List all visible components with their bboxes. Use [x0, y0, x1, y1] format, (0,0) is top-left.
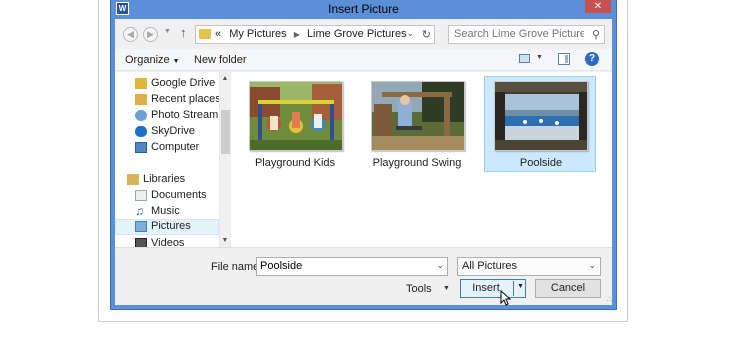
folder-icon — [199, 29, 211, 39]
nav-item-label: Libraries — [143, 173, 186, 185]
forward-button[interactable]: ▶ — [143, 27, 158, 42]
command-toolbar: Organize ▼ New folder ▼ ? — [115, 49, 612, 71]
new-folder-button[interactable]: New folder — [194, 54, 247, 66]
insert-picture-dialog: W Insert Picture ✕ ◀ ▶ ▼ ↑ « My Pictures… — [110, 0, 617, 310]
breadcrumb-overflow[interactable]: « — [215, 28, 221, 40]
organize-menu[interactable]: Organize ▼ — [125, 54, 180, 66]
organize-label: Organize — [125, 54, 170, 66]
breadcrumb-separator-icon[interactable]: ▶ — [294, 30, 300, 39]
up-arrow-icon[interactable]: ↑ — [180, 25, 187, 40]
nav-scrollbar[interactable]: ▲ ▼ — [219, 72, 230, 247]
split-divider — [513, 281, 514, 296]
file-label: Playground Swing — [372, 157, 462, 169]
pictures-icon — [135, 221, 147, 232]
cancel-button[interactable]: Cancel — [535, 279, 601, 298]
file-type-value: All Pictures — [462, 260, 518, 272]
chevron-down-icon: ⌄ — [588, 260, 596, 270]
file-tile-playground-kids[interactable]: Playground Kids — [239, 76, 351, 172]
breadcrumb-lime-grove-pictures[interactable]: Lime Grove Pictures — [307, 28, 407, 40]
nav-item-label: Photo Stream — [151, 109, 219, 121]
tools-dropdown-icon[interactable]: ▼ — [443, 285, 450, 292]
nav-item-photo-stream[interactable]: Photo Stream — [135, 108, 225, 124]
search-box[interactable]: ⚲ — [448, 25, 605, 44]
nav-item-pictures[interactable]: Pictures — [115, 219, 219, 235]
computer-icon — [135, 142, 147, 153]
nav-item-computer[interactable]: Computer — [135, 140, 225, 156]
file-label: Poolside — [519, 157, 563, 169]
mouse-cursor-icon — [500, 290, 512, 306]
address-dropdown-icon[interactable]: ⌄ — [406, 28, 414, 39]
nav-item-label: Recent places — [151, 93, 221, 105]
refresh-icon[interactable]: ↻ — [422, 28, 431, 41]
nav-item-recent-places[interactable]: Recent places — [135, 92, 225, 108]
recent-places-icon — [135, 94, 147, 105]
address-bar[interactable]: « My Pictures ▶ Lime Grove Pictures ⌄ ↻ — [195, 25, 435, 44]
file-name-label: File name: — [211, 261, 263, 273]
tools-menu[interactable]: Tools — [406, 283, 432, 295]
photo-stream-icon — [135, 110, 147, 121]
nav-item-label: Pictures — [151, 220, 191, 232]
nav-item-label: Google Drive — [151, 77, 216, 89]
title-bar[interactable]: W Insert Picture ✕ — [111, 0, 616, 19]
file-name-combobox[interactable]: ⌄ — [256, 257, 448, 276]
breadcrumb-my-pictures[interactable]: My Pictures — [229, 28, 286, 40]
nav-item-label: Music — [151, 205, 180, 217]
nav-item-documents[interactable]: Documents — [135, 188, 225, 204]
nav-item-label: Documents — [151, 189, 207, 201]
nav-item-music[interactable]: ♫ Music — [135, 204, 225, 220]
resize-grip-icon[interactable]: ∴ — [607, 295, 612, 304]
chevron-down-icon: ▼ — [172, 58, 180, 65]
file-tile-playground-swing[interactable]: Playground Swing — [361, 76, 473, 172]
file-list-pane: Playground Kids Playground Swing Poolsid… — [231, 72, 612, 247]
insert-button[interactable]: Insert ▼ — [460, 279, 526, 298]
playground-kids-thumbnail — [249, 81, 343, 151]
music-icon: ♫ — [135, 204, 144, 218]
libraries-icon — [127, 174, 139, 185]
file-type-select[interactable]: All Pictures ⌄ — [457, 257, 601, 276]
recent-locations-dropdown-icon[interactable]: ▼ — [164, 28, 171, 35]
address-row: ◀ ▶ ▼ ↑ « My Pictures ▶ Lime Grove Pictu… — [115, 19, 612, 49]
dialog-client-area: ◀ ▶ ▼ ↑ « My Pictures ▶ Lime Grove Pictu… — [115, 19, 612, 306]
file-label: Playground Kids — [254, 157, 336, 169]
search-input[interactable] — [454, 28, 584, 40]
nav-item-google-drive[interactable]: Google Drive — [135, 76, 225, 92]
documents-icon — [135, 190, 147, 201]
back-button[interactable]: ◀ — [123, 27, 138, 42]
change-view-icon[interactable] — [519, 54, 530, 63]
nav-item-label: SkyDrive — [151, 125, 196, 137]
close-button[interactable]: ✕ — [585, 0, 611, 13]
navigation-pane: Google Drive Recent places Photo Stream … — [115, 72, 230, 249]
file-name-input[interactable] — [260, 260, 430, 272]
nav-item-skydrive[interactable]: SkyDrive — [135, 124, 225, 140]
poolside-thumbnail — [494, 81, 588, 151]
view-options-dropdown-icon[interactable]: ▼ — [536, 54, 543, 61]
help-icon[interactable]: ? — [585, 52, 599, 66]
preview-pane-icon[interactable] — [558, 53, 570, 65]
chevron-down-icon[interactable]: ⌄ — [436, 260, 444, 271]
playground-swing-thumbnail — [371, 81, 465, 151]
insert-options-dropdown-icon[interactable]: ▼ — [517, 283, 524, 290]
skydrive-icon — [135, 126, 147, 137]
scroll-down-icon[interactable]: ▼ — [220, 237, 230, 244]
nav-item-label: Computer — [151, 141, 200, 153]
dialog-title: Insert Picture — [328, 2, 399, 16]
breadcrumb: « My Pictures ▶ Lime Grove Pictures — [215, 28, 407, 40]
scroll-up-icon[interactable]: ▲ — [220, 75, 230, 82]
file-tile-poolside[interactable]: Poolside — [484, 76, 596, 172]
dialog-footer: File name: ⌄ All Pictures ⌄ Tools ▼ Inse… — [115, 247, 612, 306]
google-drive-icon — [135, 78, 147, 89]
search-icon[interactable]: ⚲ — [592, 28, 600, 41]
nav-item-libraries[interactable]: Libraries — [127, 172, 217, 188]
scrollbar-thumb[interactable] — [221, 110, 230, 154]
